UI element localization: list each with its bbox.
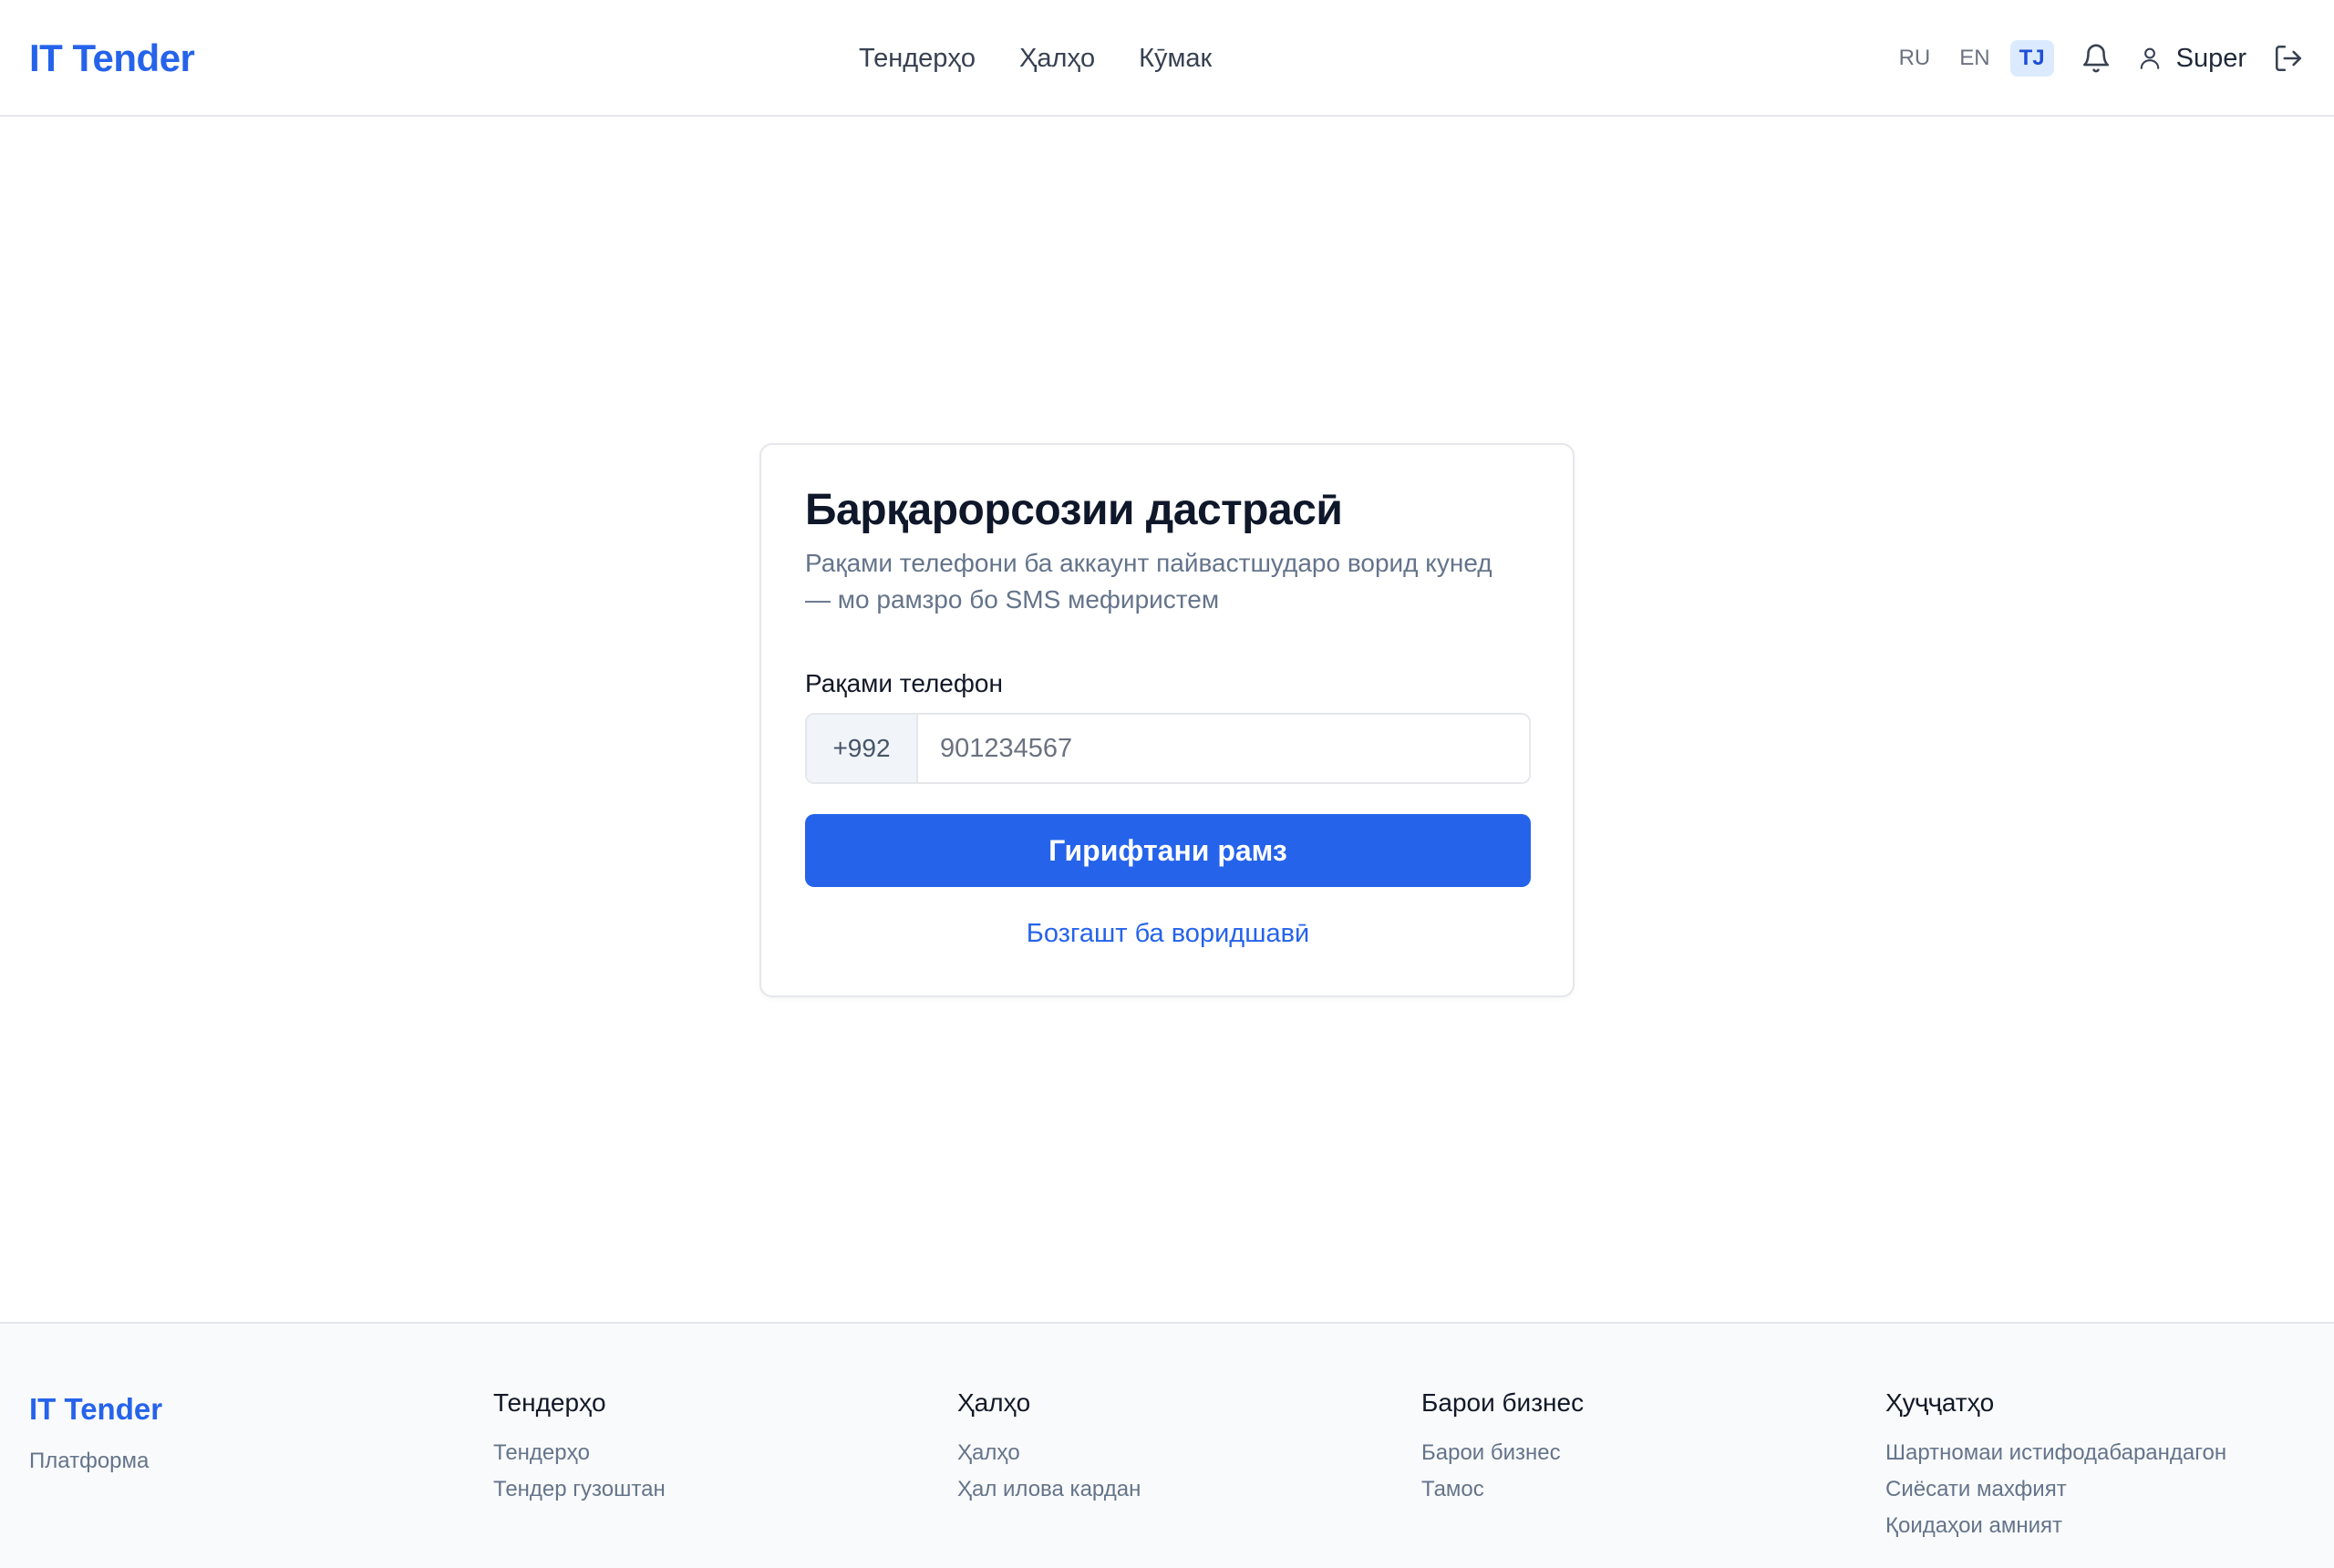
footer-tagline: Платформа (29, 1449, 150, 1473)
bell-icon[interactable] (2078, 38, 2114, 78)
phone-label: Рақами телефон (805, 669, 1003, 697)
phone-input[interactable] (918, 715, 1529, 782)
footer-col-title: Ҳалҳо (957, 1388, 1031, 1417)
site-footer: IT Tender Платформа Тендерҳо Тендерҳо Те… (0, 1322, 2334, 1568)
footer-link[interactable]: Тендерҳо (493, 1435, 666, 1471)
footer-link[interactable]: Тамос (1421, 1471, 1584, 1508)
footer-col-title: Барои бизнес (1421, 1388, 1585, 1417)
phone-field: +992 (805, 713, 1531, 784)
card-title: Барқарорсозии дастрасӣ (805, 486, 1343, 534)
nav-tenders[interactable]: Тендерҳо (859, 36, 976, 80)
footer-col-title: Тендерҳо (493, 1388, 606, 1417)
user-icon (2134, 41, 2165, 76)
footer-col-tenders: Тендерҳо Тендерҳо Тендер гузоштан (493, 1386, 666, 1508)
nav-help[interactable]: Кӯмак (1139, 36, 1212, 80)
user-menu[interactable]: Super (2134, 40, 2246, 77)
user-name: Super (2175, 44, 2246, 73)
nav-solutions[interactable]: Ҳалҳо (1019, 36, 1095, 80)
footer-link[interactable]: Сиёсати махфият (1885, 1471, 2226, 1508)
header-actions: RU EN TJ Super (1879, 35, 2307, 82)
footer-col-business: Барои бизнес Барои бизнес Тамос (1421, 1386, 1584, 1508)
footer-link[interactable]: Ҳалҳо (957, 1435, 1141, 1471)
footer-col-solutions: Ҳалҳо Ҳалҳо Ҳал илова кардан (957, 1386, 1141, 1508)
lang-en[interactable]: EN (1950, 40, 1998, 77)
recovery-card: Барқарорсозии дастрасӣ Рақами телефони б… (759, 443, 1575, 997)
page: IT Tender Тендерҳо Ҳалҳо Кӯмак RU EN TJ (0, 0, 2334, 1568)
logout-icon[interactable] (2270, 40, 2307, 77)
footer-link[interactable]: Тендер гузоштан (493, 1471, 666, 1508)
footer-link[interactable]: Ҳал илова кардан (957, 1471, 1141, 1508)
footer-link[interactable]: Шартномаи истифодабарандагон (1885, 1435, 2226, 1471)
footer-col-documents: Ҳуҷҷатҳо Шартномаи истифодабарандагон Си… (1885, 1386, 2226, 1544)
lang-tj[interactable]: TJ (2009, 40, 2054, 77)
back-to-login-link[interactable]: Бозгашт ба воридшавӣ (805, 915, 1531, 952)
main-nav: Тендерҳо Ҳалҳо Кӯмак (859, 36, 1212, 80)
footer-col-title: Ҳуҷҷатҳо (1885, 1388, 1995, 1417)
top-header: IT Tender Тендерҳо Ҳалҳо Кӯмак RU EN TJ (0, 0, 2334, 117)
lang-ru[interactable]: RU (1890, 40, 1940, 77)
footer-brand: IT Tender Платформа (29, 1389, 162, 1475)
footer-link[interactable]: Барои бизнес (1421, 1435, 1584, 1471)
card-subtitle: Рақами телефони ба аккаунт пайвастшударо… (805, 549, 1492, 614)
site-logo[interactable]: IT Tender (29, 33, 195, 84)
get-code-button[interactable]: Гирифтани рамз (805, 814, 1531, 887)
phone-country-prefix: +992 (807, 715, 918, 782)
footer-logo[interactable]: IT Tender (29, 1389, 162, 1429)
footer-link[interactable]: Қоидаҳои амният (1885, 1508, 2226, 1544)
